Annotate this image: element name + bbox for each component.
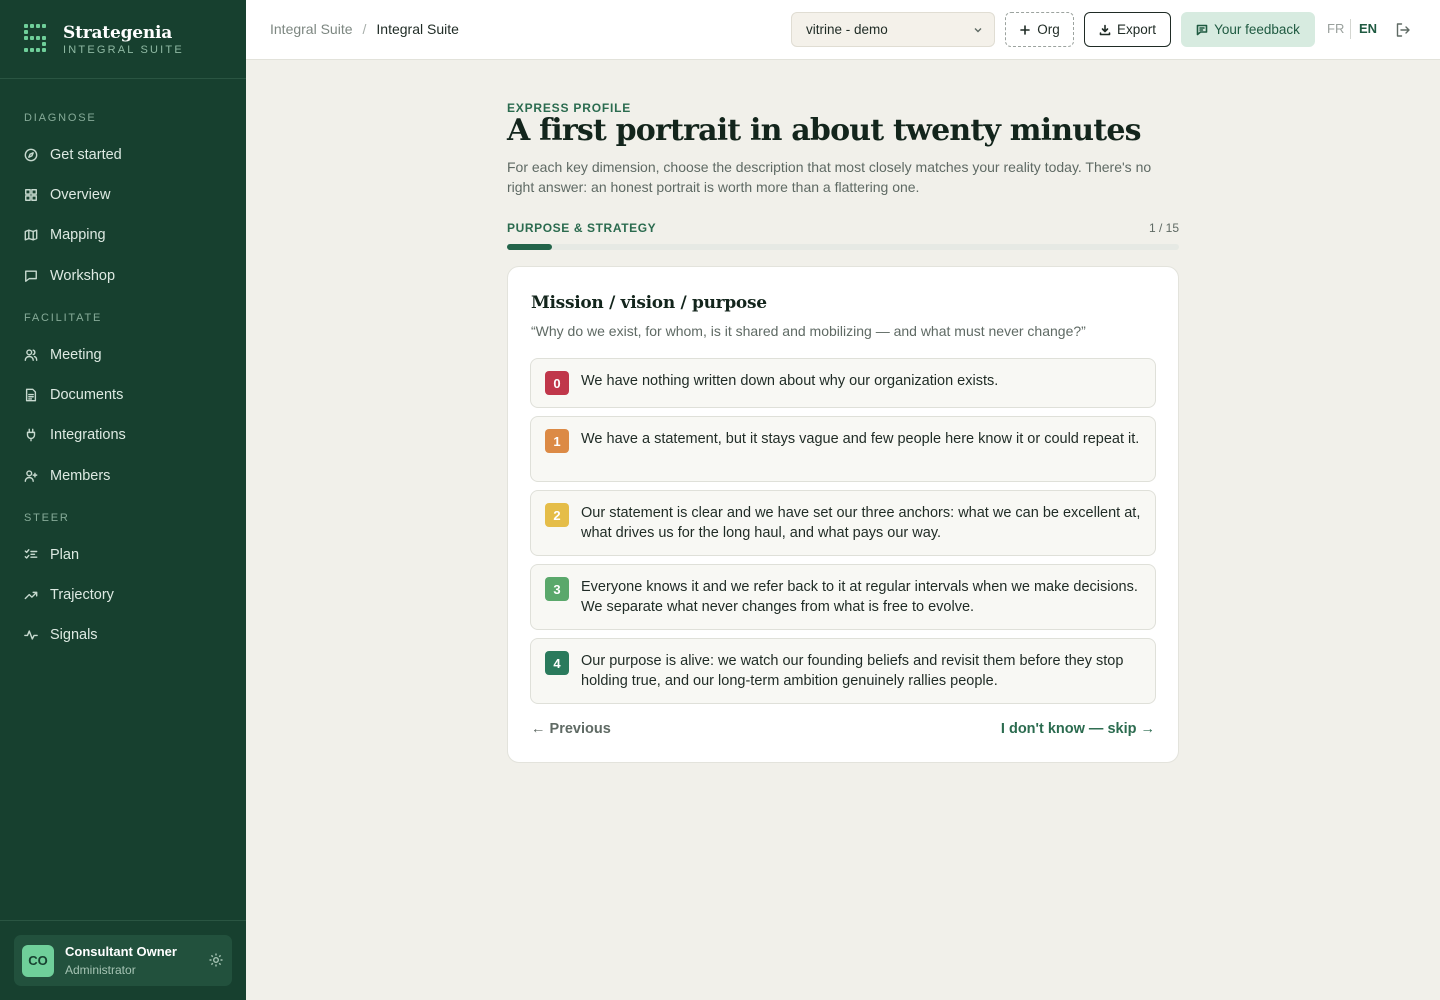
trend-icon	[24, 591, 38, 600]
sidebar-item-label: Signals	[50, 627, 98, 643]
sidebar: Strategenia INTEGRAL SUITE DIAGNOSE Get …	[0, 0, 246, 1000]
users-icon	[24, 349, 38, 361]
answer-option-0[interactable]: 0 We have nothing written down about why…	[530, 358, 1156, 408]
answer-option-text: We have a statement, but it stays vague …	[581, 431, 1140, 447]
export-button[interactable]: Export	[1084, 12, 1171, 47]
topbar: Integral Suite / Integral Suite vitrine …	[246, 0, 1440, 60]
page-title: A first portrait in about twenty minutes	[507, 113, 1142, 148]
sidebar-item-label: Trajectory	[50, 587, 114, 603]
plug-icon	[26, 428, 36, 442]
user-role: Administrator	[65, 963, 136, 977]
user-name: Consultant Owner	[65, 944, 177, 959]
sidebar-item-label: Workshop	[50, 268, 116, 284]
answer-option-3[interactable]: 3 Everyone knows it and we refer back to…	[530, 564, 1156, 630]
breadcrumb-current: Integral Suite	[376, 21, 459, 37]
lang-divider	[1350, 19, 1351, 39]
previous-button[interactable]: ← Previous	[531, 721, 611, 737]
level-badge: 4	[545, 651, 569, 675]
answer-option-text: Everyone knows it and we refer back to i…	[581, 579, 1138, 615]
sidebar-item-signals[interactable]: Signals	[24, 624, 98, 646]
export-label: Export	[1116, 22, 1157, 37]
lang-fr-button[interactable]: FR	[1327, 21, 1344, 36]
sidebar-item-mapping[interactable]: Mapping	[24, 224, 106, 246]
question-title: Mission / vision / purpose	[531, 293, 767, 313]
brand[interactable]: Strategenia INTEGRAL SUITE	[0, 0, 246, 79]
add-org-button[interactable]: Org	[1005, 12, 1074, 47]
breadcrumb-separator: /	[362, 21, 367, 37]
skip-button[interactable]: I don't know — skip →	[1001, 721, 1155, 737]
sidebar-item-label: Meeting	[50, 347, 102, 363]
answer-option-text: Our purpose is alive: we watch our found…	[581, 653, 1124, 689]
sidebar-item-overview[interactable]: Overview	[24, 184, 110, 206]
progress-bar	[507, 244, 1179, 250]
logout-icon[interactable]	[1395, 22, 1411, 38]
sidebar-item-label: Mapping	[50, 227, 106, 243]
sidebar-item-label: Documents	[50, 387, 124, 403]
answer-option-text: Our statement is clear and we have set o…	[581, 505, 1141, 541]
answer-option-2[interactable]: 2 Our statement is clear and we have set…	[530, 490, 1156, 556]
sidebar-item-get-started[interactable]: Get started	[24, 144, 122, 166]
grid-icon	[25, 189, 37, 201]
question-card: Mission / vision / purpose “Why do we ex…	[507, 266, 1179, 763]
breadcrumb: Integral Suite / Integral Suite	[270, 21, 459, 37]
org-select-value: vitrine - demo	[806, 22, 888, 37]
sidebar-item-integrations[interactable]: Integrations	[24, 424, 126, 446]
sidebar-item-workshop[interactable]: Workshop	[24, 265, 115, 287]
checklist-icon	[24, 549, 38, 559]
nav-section-facilitate: FACILITATE	[24, 312, 103, 324]
user-plus-icon	[24, 470, 38, 482]
question-subtitle: “Why do we exist, for whom, is it shared…	[531, 323, 1086, 339]
level-badge: 3	[545, 577, 569, 601]
sidebar-item-label: Integrations	[50, 427, 126, 443]
download-icon	[1099, 24, 1111, 35]
sidebar-item-plan[interactable]: Plan	[24, 544, 79, 566]
level-badge: 2	[545, 503, 569, 527]
chat-icon	[25, 270, 37, 282]
gear-icon[interactable]	[208, 952, 224, 968]
sidebar-item-label: Plan	[50, 547, 80, 563]
page-intro: For each key dimension, choose the descr…	[507, 159, 1152, 195]
sidebar-item-trajectory[interactable]: Trajectory	[24, 584, 114, 606]
nav-section-steer: STEER	[24, 512, 70, 524]
plus-icon	[1020, 24, 1031, 35]
answer-option-4[interactable]: 4 Our purpose is alive: we watch our fou…	[530, 638, 1156, 704]
sidebar-item-label: Overview	[50, 187, 111, 203]
sidebar-item-meeting[interactable]: Meeting	[24, 344, 102, 366]
lang-en-button[interactable]: EN	[1359, 21, 1377, 36]
level-badge: 0	[545, 371, 569, 395]
dimension-label: PURPOSE & STRATEGY	[507, 221, 657, 235]
user-card[interactable]: CO Consultant Owner Administrator	[14, 935, 232, 986]
pulse-icon	[24, 630, 38, 640]
feedback-label: Your feedback	[1214, 22, 1300, 37]
brand-subtitle: INTEGRAL SUITE	[63, 43, 184, 56]
answer-option-1[interactable]: 1 We have a statement, but it stays vagu…	[530, 416, 1156, 482]
chevron-down-icon	[974, 28, 982, 33]
sidebar-item-members[interactable]: Members	[24, 465, 110, 487]
progress-count: 1 / 15	[1148, 221, 1179, 235]
sidebar-item-documents[interactable]: Documents	[24, 384, 123, 406]
sidebar-item-label: Get started	[50, 147, 122, 163]
map-icon	[24, 229, 38, 241]
feedback-button[interactable]: Your feedback	[1181, 12, 1315, 47]
breadcrumb-item[interactable]: Integral Suite	[270, 21, 353, 37]
sidebar-divider	[0, 920, 246, 921]
org-select[interactable]: vitrine - demo	[791, 12, 995, 47]
compass-icon	[24, 148, 38, 162]
feedback-icon	[1196, 24, 1208, 35]
add-org-label: Org	[1037, 22, 1060, 37]
progress-bar-fill	[507, 244, 552, 250]
answer-option-text: We have nothing written down about why o…	[581, 373, 999, 389]
level-badge: 1	[545, 429, 569, 453]
brand-logo-icon	[24, 24, 48, 54]
avatar: CO	[22, 944, 54, 977]
document-icon	[25, 388, 37, 402]
brand-name: Strategenia	[63, 22, 173, 43]
nav-section-diagnose: DIAGNOSE	[24, 112, 97, 124]
sidebar-item-label: Members	[50, 468, 111, 484]
